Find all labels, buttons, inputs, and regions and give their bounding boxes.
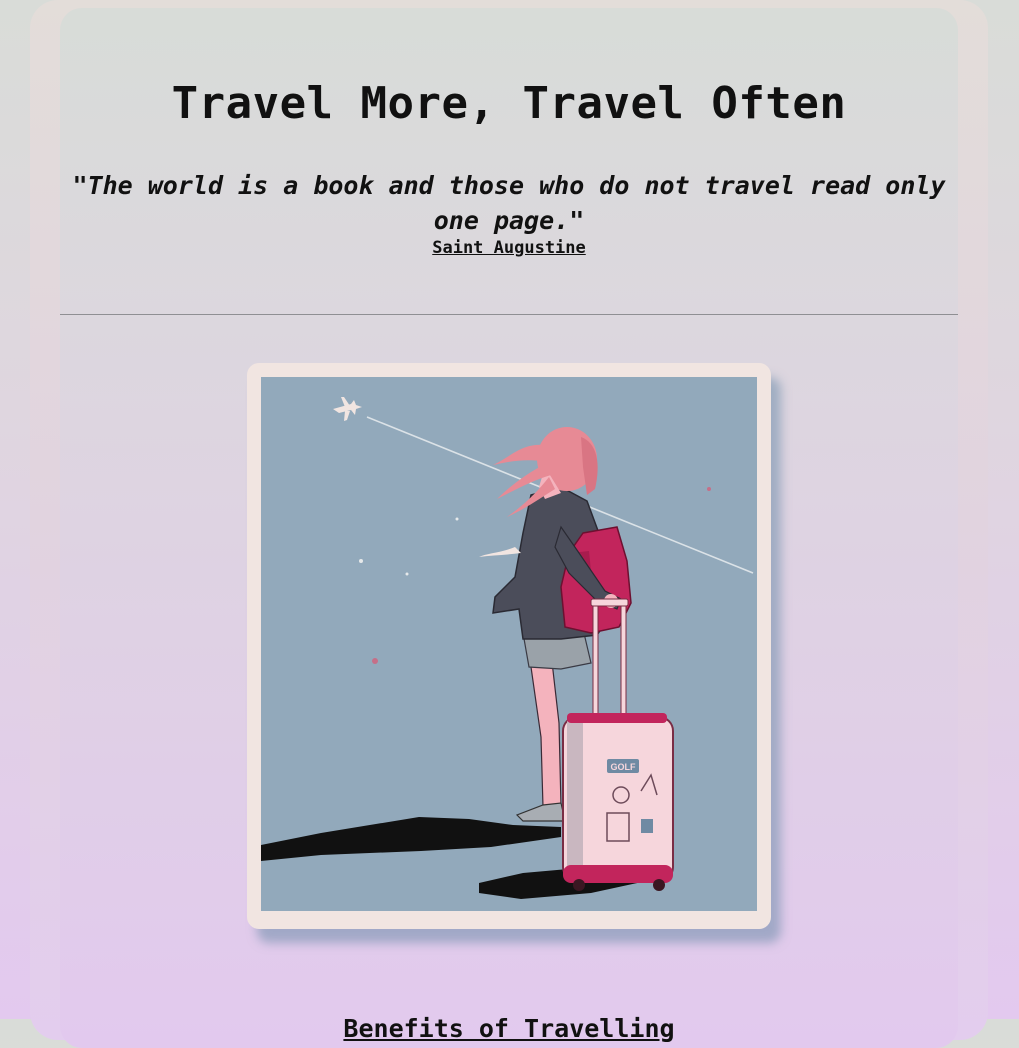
quote-author-link[interactable]: Saint Augustine [432, 238, 586, 258]
travel-image-frame: GOLF [247, 363, 771, 929]
suitcase-sticker-text: GOLF [611, 762, 636, 772]
airplane-icon [333, 397, 362, 421]
quote-author: Saint Augustine [60, 237, 958, 259]
header-divider [60, 314, 958, 315]
page-title: Travel More, Travel Often [171, 78, 847, 129]
page-header: Travel More, Travel Often "The world is … [60, 8, 958, 314]
quote-text: "The world is a book and those who do no… [72, 171, 946, 235]
section-heading: Benefits of Travelling [60, 1014, 958, 1044]
main-card: Travel More, Travel Often "The world is … [60, 8, 958, 1048]
section-heading-text: Benefits of Travelling [343, 1013, 675, 1043]
travel-girl-illustration-icon: GOLF [261, 377, 757, 911]
